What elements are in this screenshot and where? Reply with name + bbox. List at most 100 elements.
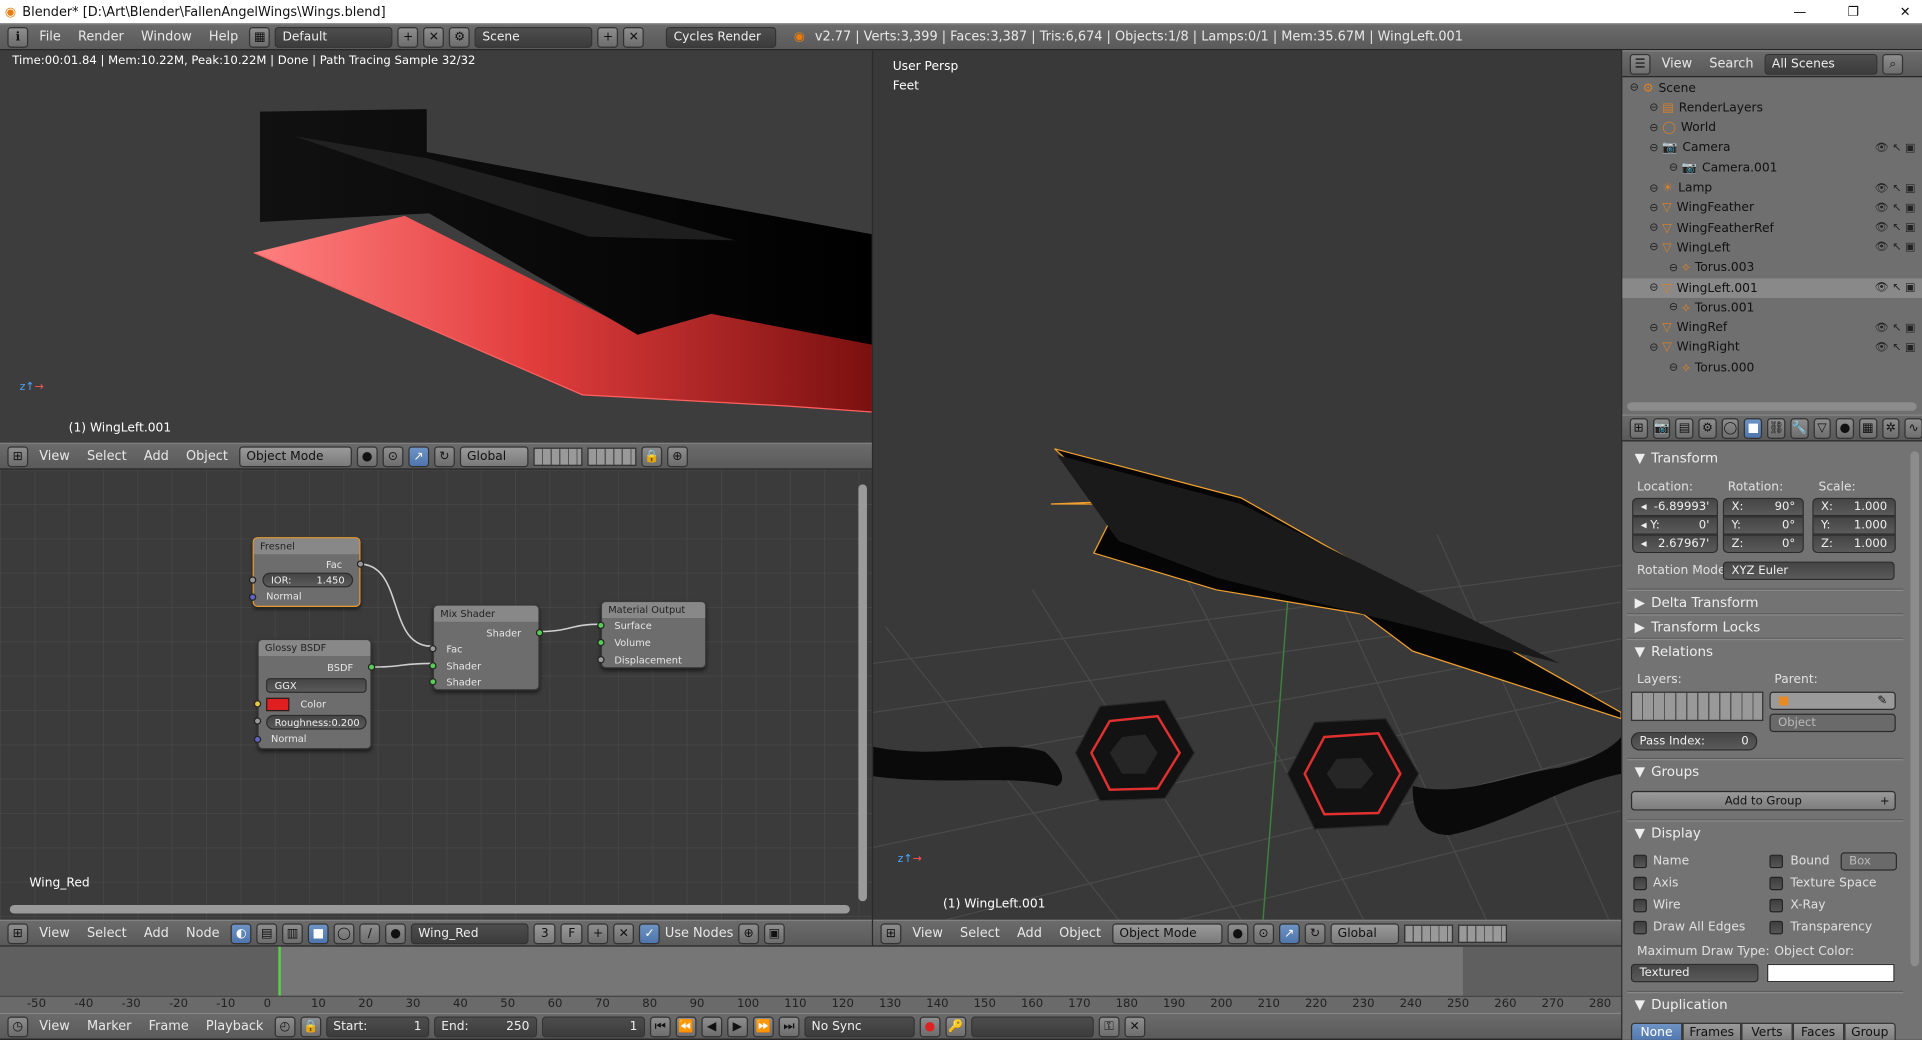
lock-range-icon[interactable]: 🔒 <box>300 1015 322 1037</box>
viewport-menu-add[interactable]: Add <box>1011 926 1048 941</box>
snap-icon[interactable]: ⊕ <box>666 445 688 467</box>
use-nodes-checkbox[interactable]: ✓ <box>639 922 660 944</box>
expand-toggle-icon[interactable]: ⊖ <box>1669 302 1678 314</box>
visibility-toggles[interactable]: 👁 ↖ ▣ <box>1875 282 1916 294</box>
viewport-manipulator-icon[interactable]: ↗ <box>1278 922 1300 944</box>
fresnel-node[interactable]: Fresnel Fac IOR: 1.450 Normal <box>248 537 365 607</box>
current-frame-field[interactable]: 1 <box>541 1015 645 1037</box>
outliner-item[interactable]: ⊖ ◯ World <box>1622 118 1922 138</box>
scale-y-field[interactable]: Y: 1.000 <box>1812 516 1896 535</box>
manipulator-icon[interactable]: ↗ <box>408 445 430 467</box>
glossy-distribution-select[interactable]: GGX <box>266 678 367 693</box>
data-tab-icon[interactable]: ▽ <box>1813 417 1832 439</box>
render-tab-icon[interactable]: 📷 <box>1652 417 1671 439</box>
display-checkbox[interactable] <box>1769 920 1783 935</box>
location-z-field[interactable]: ◂ 2.67967' <box>1632 534 1718 554</box>
outliner-item[interactable]: ⊖ ▽ WingRef 👁 ↖ ▣ <box>1622 318 1922 338</box>
keying-set-icon[interactable]: 🔑 <box>945 1015 967 1037</box>
scene-select[interactable]: Scene <box>474 26 593 48</box>
groups-panel-header[interactable]: ▼ Groups <box>1627 760 1706 783</box>
layers-tab-icon[interactable]: ▤ <box>1675 417 1694 439</box>
info-editor-icon[interactable]: ℹ <box>7 26 29 48</box>
display-checkbox[interactable] <box>1633 898 1647 913</box>
display-checkbox[interactable] <box>1633 920 1647 935</box>
expand-toggle-icon[interactable]: ⊖ <box>1649 142 1658 154</box>
object-layers-grid[interactable] <box>1630 691 1764 722</box>
max-draw-type-select[interactable]: Textured <box>1630 963 1759 983</box>
menu-file[interactable]: File <box>33 29 67 44</box>
glossy-color-swatch[interactable] <box>266 697 290 712</box>
outliner-item[interactable]: ⊖ ▽ WingFeatherRef 👁 ↖ ▣ <box>1622 218 1922 238</box>
mix-shader-out-socket[interactable] <box>535 629 544 637</box>
transform-panel-header[interactable]: ▼ Transform <box>1627 446 1725 469</box>
expand-toggle-icon[interactable]: ⊖ <box>1649 222 1658 234</box>
rotation-z-field[interactable]: Z: 0° <box>1722 534 1804 554</box>
material-name-field[interactable]: Wing_Red <box>410 922 529 944</box>
location-y-field[interactable]: ◂ Y: 0' <box>1632 516 1718 535</box>
dup-tab-none[interactable]: None <box>1630 1022 1683 1040</box>
output-displacement-socket[interactable] <box>597 656 605 664</box>
outliner-item[interactable]: ⊖ 📷 Camera.001 <box>1622 158 1922 178</box>
outliner-item[interactable]: ⊖ ▽ WingLeft 👁 ↖ ▣ <box>1622 238 1922 258</box>
menu-select[interactable]: Select <box>81 449 133 464</box>
viewport-shading-icon[interactable]: ● <box>1227 922 1249 944</box>
expand-toggle-icon[interactable]: ⊖ <box>1649 322 1658 334</box>
play-icon[interactable]: ▶ <box>726 1015 748 1037</box>
properties-editor-icon[interactable]: ⊞ <box>1629 417 1648 439</box>
object-color-swatch[interactable] <box>1767 963 1895 983</box>
scale-z-field[interactable]: Z: 1.000 <box>1812 534 1896 554</box>
rotation-x-field[interactable]: X: 90° <box>1722 497 1804 517</box>
viewport-pivot-icon[interactable]: ⊙ <box>1253 922 1274 944</box>
parent-type-select[interactable]: Object <box>1769 713 1896 733</box>
main-3d-viewport[interactable]: User Persp Feet z↑→ (1) WingLeft.001 <box>873 50 1622 920</box>
glossy-bsdf-socket[interactable] <box>367 663 376 671</box>
preview-range-icon[interactable]: ◴ <box>274 1015 296 1037</box>
lock-icon[interactable]: 🔒 <box>641 445 663 467</box>
menu-view[interactable]: View <box>33 449 76 464</box>
editor-type-icon[interactable]: ⊞ <box>7 445 29 467</box>
glossy-color-socket[interactable] <box>253 700 262 708</box>
add-scene-icon[interactable]: + <box>597 26 619 48</box>
keying-set-field[interactable] <box>970 1015 1094 1037</box>
delete-keyframe-icon[interactable]: ✕ <box>1124 1015 1146 1037</box>
physics-tab-icon[interactable]: ∿ <box>1904 417 1922 439</box>
delta-transform-panel-header[interactable]: ▶ Delta Transform <box>1627 591 1766 614</box>
output-surface-socket[interactable] <box>597 621 605 630</box>
outliner-menu-view[interactable]: View <box>1655 56 1698 71</box>
dup-tab-frames[interactable]: Frames <box>1682 1022 1742 1040</box>
glossy-roughness-socket[interactable] <box>253 717 262 725</box>
node-editor[interactable]: Fresnel Fac IOR: 1.450 Normal Glossy BSDF… <box>0 469 872 920</box>
outliner-editor-icon[interactable]: ☰ <box>1629 53 1651 75</box>
fresnel-ior-field[interactable]: IOR: 1.450 <box>262 572 354 588</box>
properties-scrollbar[interactable] <box>1910 451 1920 967</box>
insert-keyframe-icon[interactable]: ⚿ <box>1098 1015 1120 1037</box>
fresnel-normal-socket[interactable] <box>248 593 257 601</box>
constraints-tab-icon[interactable]: ⛓ <box>1767 417 1786 439</box>
mode-select[interactable]: Object Mode <box>238 445 352 467</box>
expand-toggle-icon[interactable]: ⊖ <box>1669 262 1678 274</box>
material-output-node[interactable]: Material Output Surface Volume Displacem… <box>597 600 707 669</box>
duplication-panel-header[interactable]: ▼ Duplication <box>1627 993 1735 1016</box>
timeline-menu-frame[interactable]: Frame <box>143 1019 195 1034</box>
sync-mode-select[interactable]: No Sync <box>804 1015 915 1037</box>
display-checkbox[interactable] <box>1633 854 1647 869</box>
glossy-roughness-field[interactable]: Roughness: 0.200 <box>266 714 367 730</box>
jump-keyframe-back-icon[interactable]: ⏪ <box>675 1015 697 1037</box>
viewport-menu-view[interactable]: View <box>906 926 949 941</box>
add-material-icon[interactable]: + <box>587 922 609 944</box>
fresnel-ior-socket[interactable] <box>248 576 257 584</box>
visibility-toggles[interactable]: 👁 ↖ ▣ <box>1875 222 1916 234</box>
jump-start-icon[interactable]: ⏮ <box>649 1015 671 1037</box>
current-frame-marker[interactable] <box>278 946 281 996</box>
node-scrollbar-horizontal[interactable] <box>9 904 850 914</box>
render-engine-select[interactable]: Cycles Render <box>666 26 777 48</box>
visibility-toggles[interactable]: 👁 ↖ ▣ <box>1875 242 1916 254</box>
scene-tab-icon[interactable]: ⚙ <box>1698 417 1717 439</box>
jump-keyframe-forward-icon[interactable]: ⏩ <box>752 1015 774 1037</box>
mix-shader-node[interactable]: Mix Shader Shader Fac Shader Shader <box>429 604 544 691</box>
glossy-node[interactable]: Glossy BSDF BSDF GGX Color Roughness: 0.2… <box>253 638 376 750</box>
mix-shader2-socket[interactable] <box>429 678 437 686</box>
outliner-item[interactable]: ⊖ ⟡ Torus.001 <box>1622 298 1922 318</box>
material-icon[interactable]: ● <box>385 922 406 944</box>
jump-end-icon[interactable]: ⏭ <box>778 1015 800 1037</box>
